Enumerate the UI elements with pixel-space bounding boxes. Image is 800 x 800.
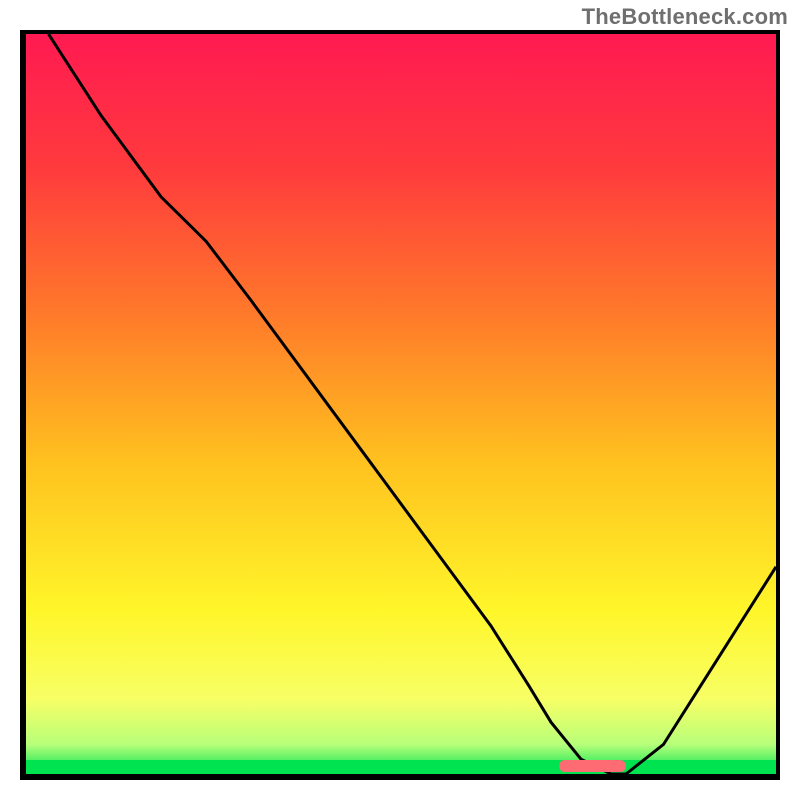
bottleneck-curve	[26, 34, 776, 774]
plot-frame	[20, 30, 780, 780]
watermark-label: TheBottleneck.com	[582, 4, 788, 30]
plot-area	[26, 34, 776, 774]
optimal-marker	[559, 760, 627, 772]
